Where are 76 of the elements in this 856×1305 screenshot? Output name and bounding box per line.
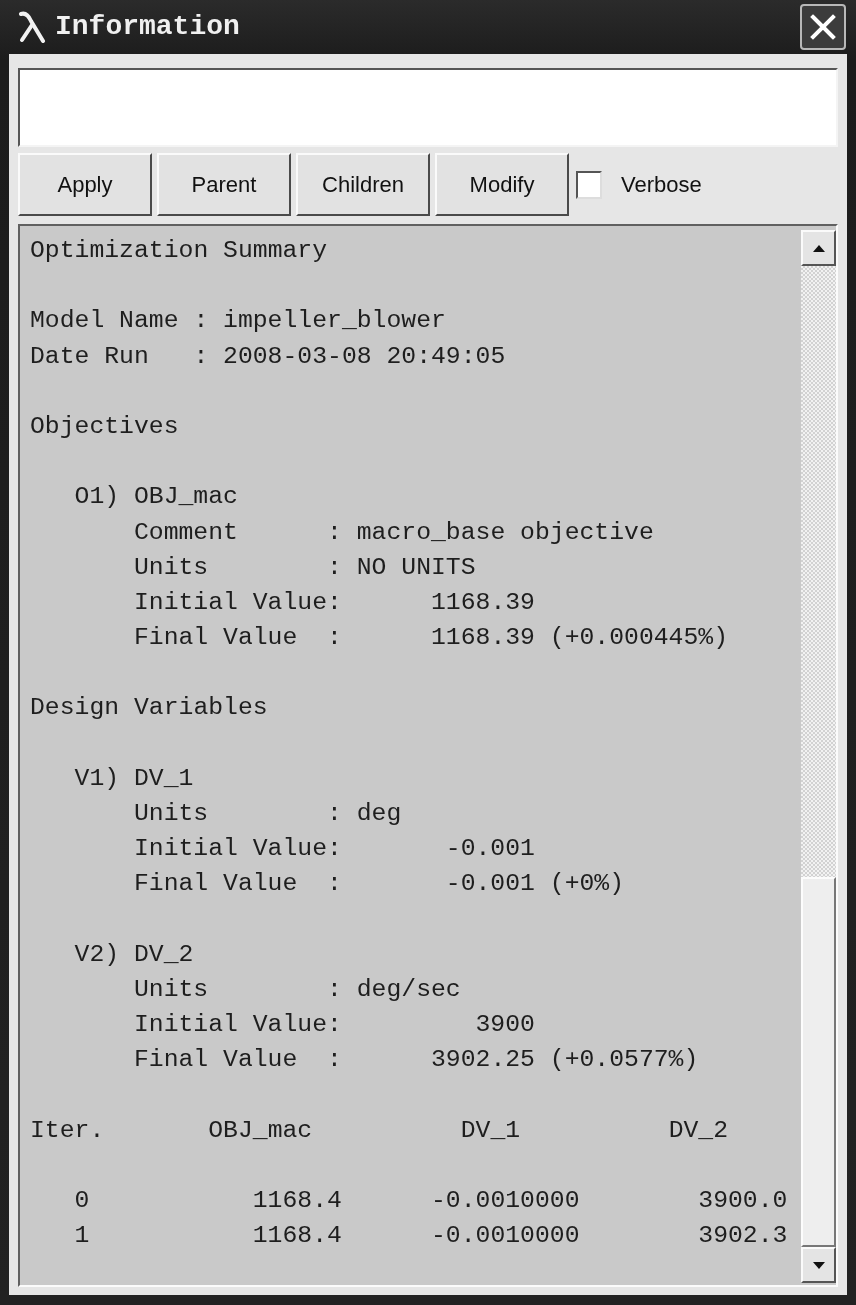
field-separator: :	[327, 973, 342, 1005]
field-value: -0.001	[445, 833, 535, 865]
field-separator: :	[193, 305, 209, 337]
scroll-down-button[interactable]	[801, 1247, 836, 1283]
table-cell-text: 3902.3	[698, 1220, 788, 1252]
close-button[interactable]	[800, 4, 846, 50]
change-percent: (+0.0577%)	[549, 1044, 699, 1076]
field-label: Final Value	[133, 868, 298, 900]
item-name: OBJ_mac	[133, 481, 238, 513]
column-header: DV_2	[668, 1114, 729, 1146]
change-percent: (+0%)	[549, 868, 625, 900]
column-header: DV_1	[460, 1114, 521, 1146]
field-label: Initial Value	[133, 1009, 328, 1041]
field-separator: :	[327, 1044, 342, 1076]
field-separator: :	[327, 798, 342, 829]
field-separator: :	[193, 340, 209, 372]
item-name: DV_1	[133, 762, 194, 794]
lambda-icon	[18, 11, 46, 43]
table-cell-text: -0.0010000	[431, 1185, 580, 1217]
field-label: Final Value	[133, 1044, 298, 1076]
field-value: deg/sec	[356, 973, 461, 1005]
field-value: macro_base objective	[356, 516, 654, 548]
window-title: Information	[55, 13, 240, 41]
field-label: Initial Value	[133, 586, 328, 618]
field-label: Initial Value	[133, 833, 328, 865]
up-arrow-icon	[812, 244, 825, 252]
item-tag: V1)	[74, 760, 120, 796]
field-value: deg	[356, 798, 402, 829]
table-cell-text: 0	[74, 1185, 90, 1217]
item-tag: V2)	[74, 936, 120, 972]
table-cell-text: -0.0010000	[431, 1220, 580, 1252]
report-title: Optimization Summary	[30, 235, 328, 266]
field-separator: :	[327, 622, 342, 654]
field-label: Units	[133, 551, 209, 583]
field-value: 2008-03-08 20:49:05	[223, 340, 506, 372]
item-tag: O1)	[74, 479, 120, 515]
down-arrow-icon	[812, 1261, 825, 1269]
scroll-up-button[interactable]	[801, 230, 836, 266]
table-cell-text: 1	[74, 1220, 90, 1252]
field-value: impeller_blower	[223, 305, 446, 337]
section-heading: Objectives	[30, 410, 179, 442]
field-value: 1168.39	[430, 586, 535, 618]
field-separator: :	[327, 833, 342, 865]
field-value: -0.001	[445, 868, 535, 900]
column-header: Iter.	[30, 1114, 105, 1146]
column-header: OBJ_mac	[208, 1114, 313, 1146]
checkbox-label: Verbose	[621, 171, 702, 198]
field-label: Comment	[133, 516, 238, 548]
toolbar-button[interactable]: Parent	[157, 153, 291, 216]
field-label: Units	[133, 798, 209, 829]
toolbar-button[interactable]: Apply	[18, 153, 152, 216]
field-label: Model Name	[30, 305, 179, 337]
field-separator: :	[327, 551, 342, 583]
table-cell-text: 3900.0	[698, 1185, 788, 1217]
field-separator: :	[327, 586, 342, 618]
change-percent: (+0.000445%)	[549, 622, 728, 654]
field-value: 3900	[475, 1009, 535, 1041]
table-cell-text: 1168.4	[252, 1220, 342, 1252]
field-value: 3902.25	[430, 1044, 535, 1076]
field-separator: :	[327, 868, 342, 900]
close-icon	[810, 14, 836, 40]
field-separator: :	[327, 1009, 342, 1041]
scrollbar-thumb[interactable]	[801, 877, 836, 1247]
field-label: Final Value	[133, 622, 298, 654]
field-label: Units	[133, 973, 209, 1005]
item-name: DV_2	[133, 938, 194, 970]
field-label: Date Run	[30, 340, 149, 372]
section-heading: Design Variables	[30, 692, 268, 724]
table-cell-text: 1168.4	[252, 1185, 342, 1217]
command-field[interactable]	[18, 68, 838, 147]
field-value: NO UNITS	[356, 551, 476, 583]
field-separator: :	[327, 516, 342, 548]
verbose-checkbox[interactable]	[576, 170, 602, 199]
toolbar-button[interactable]: Children	[296, 153, 430, 216]
toolbar-button[interactable]: Modify	[435, 153, 569, 216]
field-value: 1168.39	[430, 622, 535, 654]
